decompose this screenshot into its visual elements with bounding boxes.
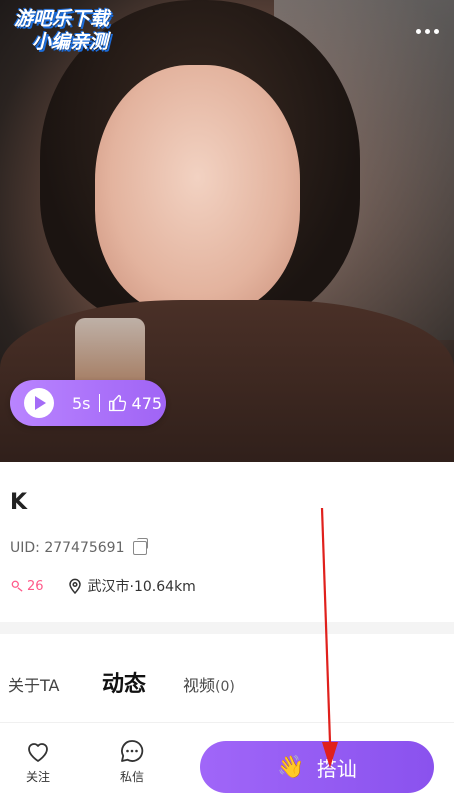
watermark-logo: 游吧乐下载 小编亲测 (14, 8, 109, 54)
thumbs-up-icon (108, 394, 126, 412)
more-options-button[interactable] (410, 18, 444, 44)
profile-info: K UID: 277475691 26 武汉市·10.64km (0, 462, 454, 622)
message-label: 私信 (119, 770, 144, 784)
follow-label: 关注 (25, 770, 50, 784)
video-intro-badge[interactable]: 5s 475 (10, 380, 166, 426)
tab-videos-count: (0) (215, 679, 235, 695)
fans-value: 26 (27, 578, 44, 594)
play-icon (24, 388, 54, 418)
profile-photo[interactable]: 游吧乐下载 小编亲测 5s 475 (0, 0, 454, 462)
watermark-line-2: 小编亲测 (32, 31, 109, 53)
chat-bubble-icon (121, 740, 144, 762)
location-pin-icon (68, 578, 81, 594)
photo-face (95, 65, 300, 315)
tab-about[interactable]: 关于TA (8, 672, 59, 696)
greet-label: 搭讪 (316, 756, 357, 781)
meta-row: 26 武汉市·10.64km (10, 576, 196, 596)
follow-button[interactable]: 关注 (8, 737, 68, 785)
uid-text: UID: 277475691 (10, 540, 125, 556)
fans-count: 26 (10, 579, 44, 594)
greet-button[interactable]: 👋 搭讪 (200, 741, 434, 793)
waving-hand-icon: 👋 (277, 754, 305, 780)
heart-icon (28, 743, 48, 762)
fans-icon (11, 580, 23, 592)
tab-moments[interactable]: 动态 (102, 666, 146, 698)
profile-tabs: 关于TA 动态 视频(0) (0, 650, 454, 722)
profile-name: K (10, 490, 28, 515)
video-duration: 5s (72, 393, 91, 413)
badge-divider (98, 394, 100, 412)
like-count: 475 (131, 393, 163, 413)
uid-row: UID: 277475691 (10, 538, 148, 556)
watermark-line-1: 游吧乐下载 (14, 8, 110, 30)
more-dot-icon (424, 28, 430, 34)
section-divider (0, 622, 454, 634)
tab-videos-label: 视频 (183, 676, 216, 695)
more-dot-icon (433, 28, 439, 34)
bottom-action-bar: 关注 私信 👋 搭讪 (0, 722, 454, 801)
location-text: 武汉市·10.64km (87, 579, 196, 595)
tab-videos[interactable]: 视频(0) (183, 672, 235, 696)
copy-icon[interactable] (132, 538, 148, 555)
more-dot-icon (415, 28, 421, 34)
message-button[interactable]: 私信 (102, 737, 162, 785)
